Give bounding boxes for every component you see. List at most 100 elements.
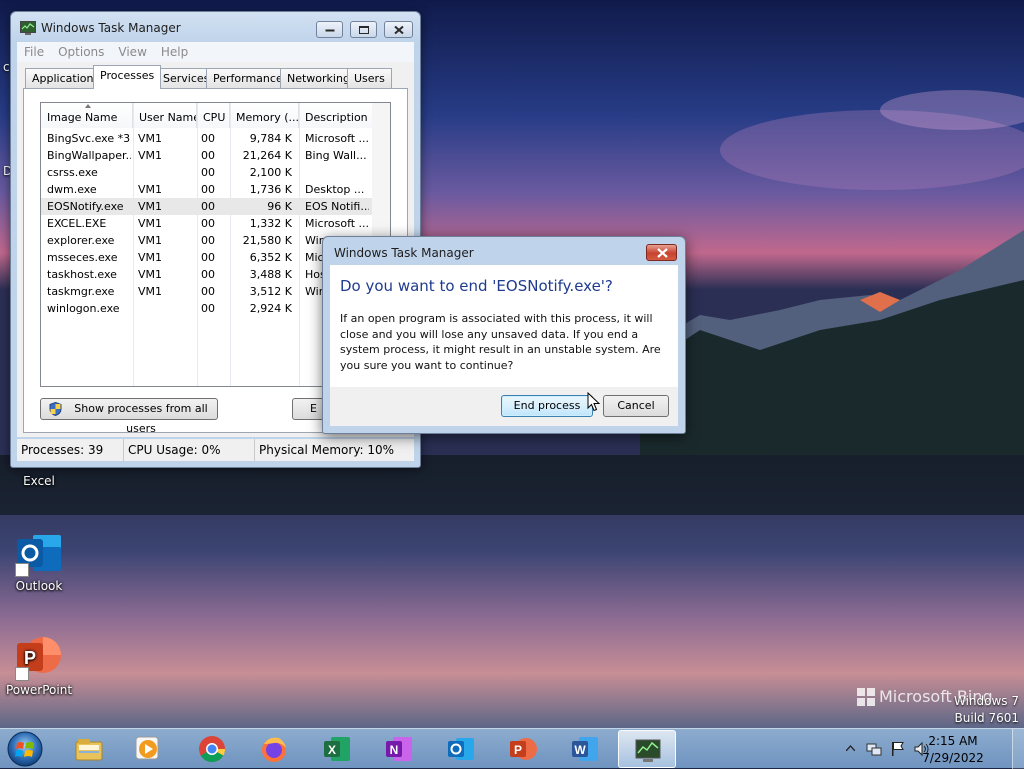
uac-shield-icon bbox=[49, 402, 62, 416]
desktop-icon-excel-image[interactable] bbox=[3, 428, 75, 472]
end-process-dialog: Windows Task Manager Do you want to end … bbox=[322, 236, 686, 434]
svg-text:N: N bbox=[390, 743, 399, 757]
menu-help[interactable]: Help bbox=[154, 45, 195, 59]
cell-user-name: VM1 bbox=[138, 149, 163, 162]
dialog-close-button[interactable] bbox=[646, 244, 677, 261]
action-center-flag-icon[interactable] bbox=[891, 741, 905, 757]
dialog-heading: Do you want to end 'EOSNotify.exe'? bbox=[340, 277, 613, 295]
close-icon bbox=[657, 248, 668, 258]
tab-processes[interactable]: Processes bbox=[93, 65, 162, 89]
windows-version: Windows 7 Build 7601 bbox=[954, 693, 1019, 727]
task-manager-icon bbox=[635, 739, 661, 762]
taskbar-media-player[interactable] bbox=[119, 730, 177, 768]
column-cpu[interactable]: CPU bbox=[197, 103, 230, 128]
cell-memory: 2,100 K bbox=[249, 166, 292, 179]
network-icon[interactable] bbox=[866, 741, 882, 757]
cell-user-name: VM1 bbox=[138, 285, 163, 298]
table-row[interactable]: csrss.exe 00 2,100 K bbox=[41, 164, 372, 181]
cell-cpu: 00 bbox=[201, 302, 215, 315]
column-memory[interactable]: Memory (... bbox=[230, 103, 299, 128]
cancel-button[interactable]: Cancel bbox=[603, 395, 669, 417]
minimize-button[interactable] bbox=[316, 21, 343, 38]
cell-cpu: 00 bbox=[201, 149, 215, 162]
cell-cpu: 00 bbox=[201, 132, 215, 145]
cell-memory: 21,580 K bbox=[242, 234, 292, 247]
cell-image-name: winlogon.exe bbox=[47, 302, 120, 315]
cell-memory: 6,352 K bbox=[249, 251, 292, 264]
cell-cpu: 00 bbox=[201, 183, 215, 196]
menu-file[interactable]: File bbox=[17, 45, 51, 59]
cell-image-name: dwm.exe bbox=[47, 183, 97, 196]
confirm-end-process-button[interactable]: End process bbox=[501, 395, 593, 417]
menu-bar: File Options View Help bbox=[17, 42, 414, 62]
cell-memory: 9,784 K bbox=[249, 132, 292, 145]
maximize-button[interactable] bbox=[350, 21, 377, 38]
table-row[interactable]: EOSNotify.exe VM1 00 96 K EOS Notifi... bbox=[41, 198, 372, 215]
cell-cpu: 00 bbox=[201, 285, 215, 298]
outlook-icon bbox=[448, 738, 474, 760]
taskbar-word[interactable]: W bbox=[556, 730, 614, 768]
cell-cpu: 00 bbox=[201, 251, 215, 264]
cell-cpu: 00 bbox=[201, 234, 215, 247]
tab-networking[interactable]: Networking bbox=[280, 68, 357, 88]
dialog-content: Do you want to end 'EOSNotify.exe'? If a… bbox=[330, 265, 678, 387]
taskbar-outlook[interactable] bbox=[432, 730, 490, 768]
desktop-icon-label: PowerPoint bbox=[5, 683, 73, 697]
desktop-icon-outlook[interactable]: Outlook bbox=[3, 529, 75, 593]
powerpoint-icon: P bbox=[510, 738, 537, 760]
status-bar: Processes: 39 CPU Usage: 0% Physical Mem… bbox=[17, 439, 414, 461]
word-icon: W bbox=[572, 737, 598, 761]
taskbar-firefox[interactable] bbox=[245, 730, 303, 768]
tab-performance[interactable]: Performance bbox=[206, 68, 290, 88]
desktop-icon-powerpoint[interactable]: P PowerPoint bbox=[3, 633, 75, 697]
clock-time[interactable]: 2:15 AM bbox=[918, 734, 988, 748]
cell-cpu: 00 bbox=[201, 166, 215, 179]
chrome-icon bbox=[199, 736, 226, 763]
status-cpu-usage: CPU Usage: 0% bbox=[124, 439, 255, 461]
show-all-processes-label: Show processes from all users bbox=[74, 402, 208, 435]
svg-text:X: X bbox=[328, 743, 336, 757]
cell-memory: 1,332 K bbox=[249, 217, 292, 230]
start-button[interactable] bbox=[5, 730, 45, 768]
taskbar: X N P W 2:15 AM 7/29/2022 bbox=[0, 728, 1024, 769]
powerpoint-icon: P bbox=[15, 633, 63, 681]
taskbar-task-manager[interactable] bbox=[618, 730, 676, 768]
show-all-processes-button[interactable]: Show processes from all users bbox=[40, 398, 218, 435]
cell-memory: 1,736 K bbox=[249, 183, 292, 196]
cell-image-name: taskhost.exe bbox=[47, 268, 117, 281]
clock-date[interactable]: 7/29/2022 bbox=[918, 751, 988, 765]
cell-user-name: VM1 bbox=[138, 251, 163, 264]
taskbar-chrome[interactable] bbox=[183, 730, 241, 768]
status-physical-memory: Physical Memory: 10% bbox=[259, 443, 395, 457]
show-hidden-icons-chevron-icon[interactable] bbox=[846, 745, 855, 751]
column-image-name[interactable]: Image Name bbox=[41, 103, 133, 128]
table-row[interactable]: dwm.exe VM1 00 1,736 K Desktop ... bbox=[41, 181, 372, 198]
cell-description: Desktop ... bbox=[305, 183, 365, 196]
column-user-name[interactable]: User Name bbox=[133, 103, 197, 128]
menu-options[interactable]: Options bbox=[51, 45, 111, 59]
tab-users[interactable]: Users bbox=[347, 68, 392, 88]
cell-image-name: EOSNotify.exe bbox=[47, 200, 124, 213]
cell-cpu: 00 bbox=[201, 268, 215, 281]
close-button[interactable] bbox=[384, 21, 413, 38]
cell-image-name: BingSvc.exe *32 bbox=[47, 132, 131, 145]
cell-memory: 3,512 K bbox=[249, 285, 292, 298]
column-description[interactable]: Description bbox=[299, 103, 373, 128]
dialog-message: If an open program is associated with th… bbox=[340, 312, 661, 372]
table-row[interactable]: BingSvc.exe *32 VM1 00 9,784 K Microsoft ... bbox=[41, 130, 372, 147]
taskbar-onenote[interactable]: N bbox=[370, 730, 428, 768]
desktop-icon-label: Excel bbox=[23, 474, 55, 488]
taskbar-powerpoint[interactable]: P bbox=[494, 730, 552, 768]
title-bar[interactable]: Windows Task Manager bbox=[11, 12, 420, 42]
cell-description: Microsoft ... bbox=[305, 132, 369, 145]
table-row[interactable]: EXCEL.EXE VM1 00 1,332 K Microsoft ... bbox=[41, 215, 372, 232]
table-row[interactable]: BingWallpaper... VM1 00 21,264 K Bing Wall..… bbox=[41, 147, 372, 164]
taskbar-excel[interactable]: X bbox=[308, 730, 366, 768]
taskbar-windows-explorer[interactable] bbox=[60, 730, 118, 768]
show-desktop-button[interactable] bbox=[1012, 729, 1024, 769]
os-build: Build 7601 bbox=[954, 711, 1019, 725]
menu-view[interactable]: View bbox=[111, 45, 153, 59]
cell-memory: 2,924 K bbox=[249, 302, 292, 315]
cell-description: Microsoft ... bbox=[305, 217, 369, 230]
desktop-icon-excel[interactable]: Excel bbox=[3, 474, 75, 488]
